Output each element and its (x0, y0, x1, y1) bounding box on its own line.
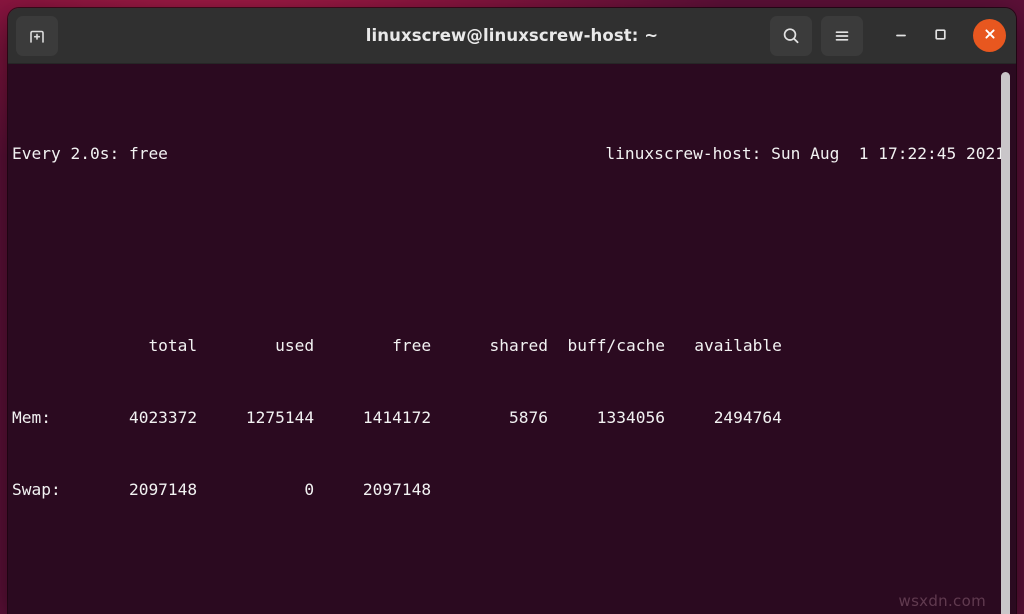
maximize-button[interactable] (925, 21, 955, 51)
watch-host-timestamp: linuxscrew-host: Sun Aug 1 17:22:45 2021 (605, 142, 1012, 166)
terminal-body[interactable]: Every 2.0s: free linuxscrew-host: Sun Au… (8, 64, 1016, 614)
window-titlebar[interactable]: linuxscrew@linuxscrew-host: ~ (8, 8, 1016, 64)
watch-interval-command: Every 2.0s: free (12, 142, 168, 166)
minimize-icon (891, 24, 911, 48)
close-button[interactable] (973, 19, 1006, 52)
free-header-row: total used free shared buff/cache availa… (12, 334, 1016, 358)
free-mem-row: Mem: 4023372 1275144 1414172 5876 133405… (12, 406, 1016, 430)
menu-button[interactable] (821, 16, 863, 56)
terminal-scrollbar[interactable] (1001, 72, 1010, 614)
watch-banner: Every 2.0s: free linuxscrew-host: Sun Au… (12, 142, 1012, 166)
new-tab-icon (27, 26, 47, 46)
watermark: wsxdn.com (899, 592, 987, 610)
hamburger-menu-icon (831, 25, 853, 47)
terminal-text: Every 2.0s: free linuxscrew-host: Sun Au… (8, 70, 1016, 574)
free-swap-row: Swap: 2097148 0 2097148 (12, 478, 1016, 502)
minimize-button[interactable] (886, 21, 916, 51)
search-icon (780, 25, 802, 47)
terminal-window: linuxscrew@linuxscrew-host: ~ (8, 8, 1016, 614)
close-icon (981, 25, 999, 47)
new-tab-button[interactable] (16, 16, 58, 56)
titlebar-controls (770, 16, 1006, 56)
search-button[interactable] (770, 16, 812, 56)
maximize-icon (930, 24, 950, 48)
blank-line (12, 238, 1016, 262)
